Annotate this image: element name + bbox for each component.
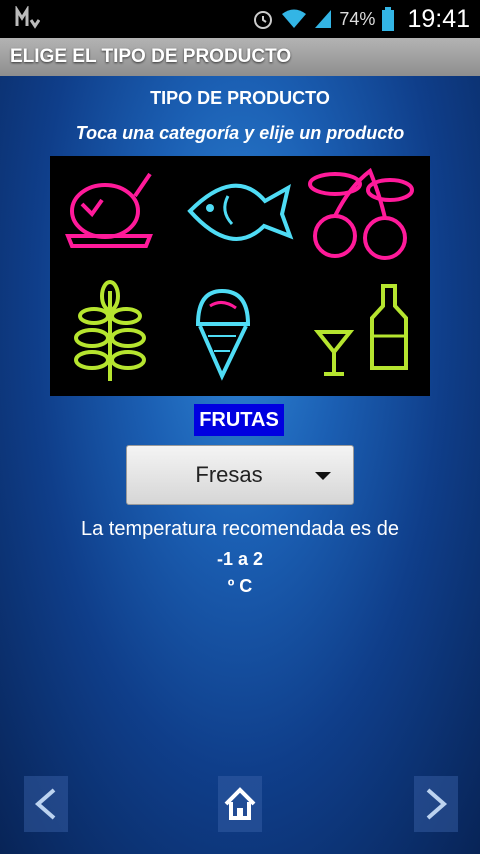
home-button[interactable]: [218, 776, 262, 832]
main-content: TIPO DE PRODUCTO Toca una categoría y el…: [0, 76, 480, 854]
temperature-label: La temperatura recomendada es de: [81, 518, 399, 540]
battery-percent: 74%: [339, 8, 376, 29]
meat-icon[interactable]: [50, 156, 176, 276]
grain-icon[interactable]: [50, 276, 176, 396]
clock: 19:41: [407, 4, 470, 33]
home-icon: [224, 787, 256, 820]
previous-button[interactable]: [24, 776, 68, 832]
status-bar: 74% 19:41: [0, 0, 480, 38]
selected-category-label: FRUTAS: [194, 404, 284, 436]
next-button[interactable]: [414, 776, 458, 832]
instructions: Toca una categoría y elije un producto: [75, 123, 405, 143]
icecream-icon[interactable]: [176, 276, 303, 396]
next-arrow-icon: [426, 788, 448, 820]
page-title: ELIGE EL TIPO DE PRODUCTO: [10, 46, 292, 67]
notification-icon: [15, 6, 40, 29]
signal-icon: [315, 10, 332, 28]
product-dropdown[interactable]: Fresas: [126, 445, 354, 505]
section-heading: TIPO DE PRODUCTO: [150, 88, 330, 108]
title-bar: ELIGE EL TIPO DE PRODUCTO: [0, 38, 480, 76]
temperature-range: -1 a 2: [216, 549, 264, 569]
fruit-icon[interactable]: [303, 156, 430, 276]
drinks-icon[interactable]: [303, 276, 430, 396]
alarm-icon: [254, 11, 273, 29]
category-grid: [50, 156, 430, 396]
fish-icon[interactable]: [176, 156, 303, 276]
temperature-unit: º C: [227, 576, 253, 596]
wifi-icon: [282, 9, 307, 28]
dropdown-arrow-icon: [315, 472, 331, 480]
battery-icon: [382, 7, 395, 31]
prev-arrow-icon: [34, 788, 56, 820]
